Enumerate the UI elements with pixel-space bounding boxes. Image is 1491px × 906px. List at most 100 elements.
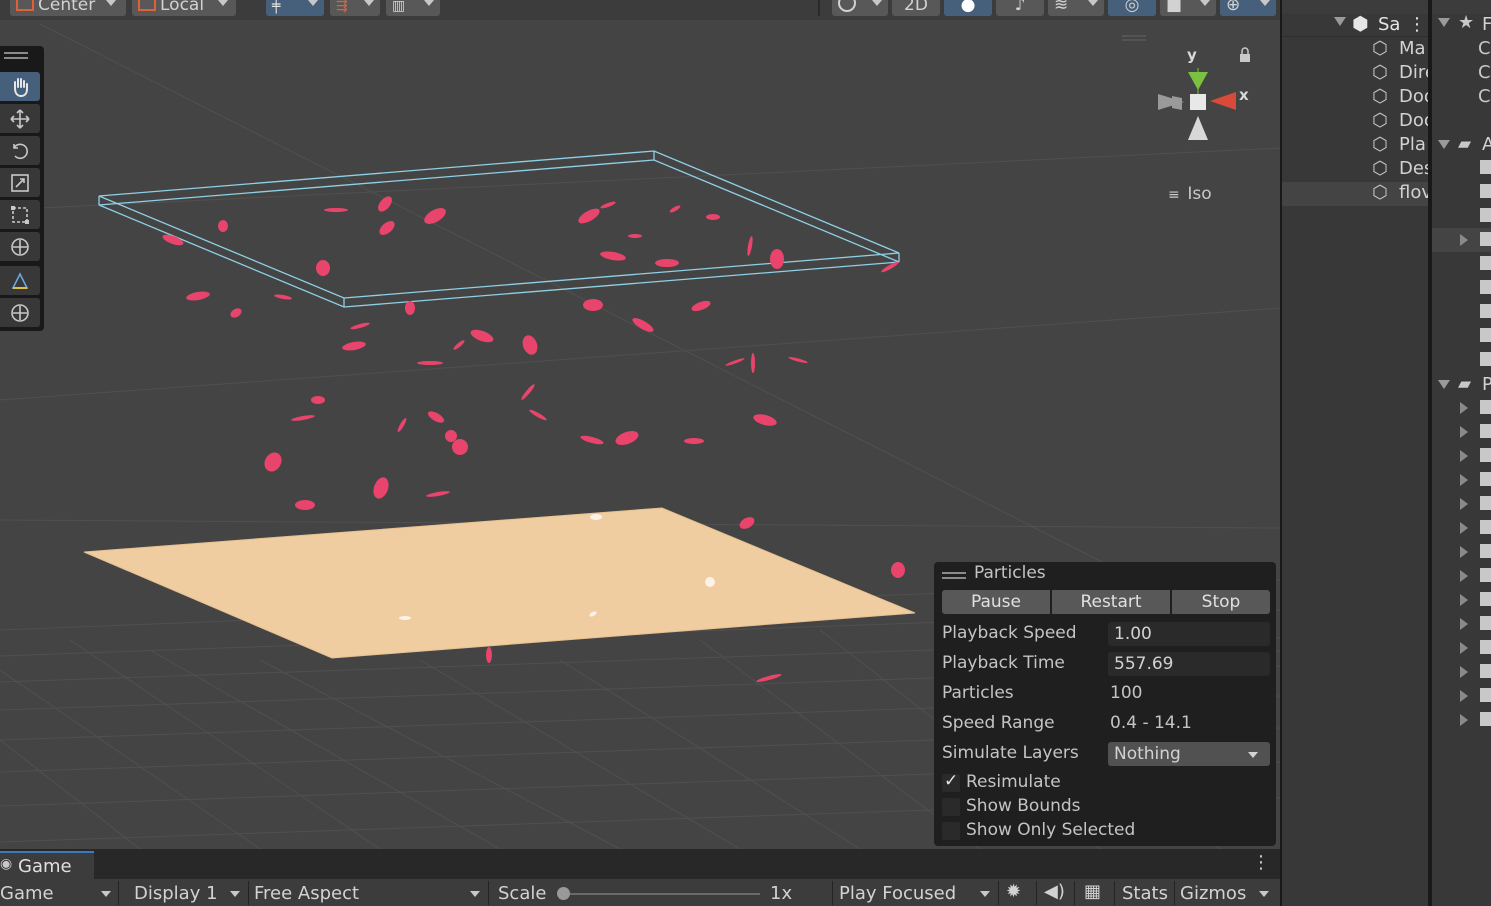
chevron-down-icon bbox=[872, 0, 882, 6]
hierarchy-item[interactable]: ⬡ Doo bbox=[1282, 86, 1428, 110]
pivot-icon bbox=[16, 0, 34, 11]
move-tool-button[interactable] bbox=[0, 104, 40, 133]
simulate-layers-dropdown[interactable]: Nothing bbox=[1108, 742, 1270, 766]
scale-slider-thumb[interactable] bbox=[557, 887, 570, 900]
show-bounds-checkbox[interactable] bbox=[942, 798, 960, 816]
floor-plane[interactable] bbox=[84, 508, 915, 658]
overlay-grip[interactable] bbox=[942, 572, 966, 574]
playback-speed-field[interactable]: 1.00 bbox=[1108, 622, 1270, 646]
show-only-selected-checkbox[interactable] bbox=[942, 822, 960, 840]
increment-snap-button[interactable]: ⇶ bbox=[330, 0, 380, 16]
keyboard-icon[interactable]: ▦ bbox=[1084, 881, 1101, 902]
game-view-dropdown[interactable]: Game bbox=[0, 883, 54, 904]
hierarchy-item-label: Ma bbox=[1399, 38, 1426, 59]
tab-game-label: Game bbox=[18, 856, 72, 877]
layers-icon: ≋ bbox=[1054, 0, 1069, 15]
gameobject-icon: ⬡ bbox=[1372, 134, 1388, 155]
gizmos-dropdown[interactable]: ⊕ bbox=[1220, 0, 1276, 16]
chevron-down-icon bbox=[980, 891, 990, 897]
hand-tool-button[interactable] bbox=[0, 72, 40, 101]
gameobject-icon: ⬡ bbox=[1372, 62, 1388, 83]
chevron-down-icon bbox=[1088, 0, 1098, 6]
hierarchy-item-label: Pla bbox=[1399, 134, 1426, 155]
project-panel: ★ F C C C ▰ A ▰ P bbox=[1432, 0, 1491, 906]
custom-tool-button[interactable] bbox=[0, 266, 40, 295]
local-icon bbox=[138, 0, 156, 11]
pause-button[interactable]: Pause bbox=[942, 590, 1050, 614]
chevron-down-icon bbox=[308, 0, 318, 6]
chevron-down-icon bbox=[1260, 0, 1270, 6]
restart-button[interactable]: Restart bbox=[1052, 590, 1170, 614]
chevron-down-icon bbox=[106, 0, 116, 6]
hierarchy-item[interactable]: ⬡ Doo bbox=[1282, 110, 1428, 134]
chevron-down-icon bbox=[101, 891, 111, 897]
transform-tool-button[interactable] bbox=[0, 232, 40, 261]
speed-range-label: Speed Range bbox=[942, 713, 1055, 733]
camera-dropdown[interactable]: ■ bbox=[1160, 0, 1216, 16]
playback-time-field[interactable]: 557.69 bbox=[1108, 652, 1270, 676]
space-label: Local bbox=[160, 0, 205, 15]
hierarchy-item[interactable]: ⬡ Dire bbox=[1282, 62, 1428, 86]
overlay-grip[interactable] bbox=[4, 52, 28, 54]
gizmo-center-cube[interactable] bbox=[1190, 94, 1206, 110]
lighting-toggle[interactable]: ● bbox=[944, 0, 992, 16]
scale-tool-button[interactable] bbox=[0, 168, 40, 197]
scene-toolbar: Center Local ╪ ⇶ ▥ 2D ● ♪ ≋ ◎ ■ ⊕ bbox=[0, 0, 1280, 20]
hierarchy-item[interactable]: ⬡ Pla bbox=[1282, 134, 1428, 158]
chevron-down-icon bbox=[230, 891, 240, 897]
hierarchy-item[interactable]: ⬡ Des bbox=[1282, 158, 1428, 182]
tab-game[interactable]: ◉ Game bbox=[0, 851, 94, 879]
pivot-rotation-dropdown[interactable]: Local bbox=[132, 0, 236, 16]
lock-icon[interactable] bbox=[1240, 47, 1250, 62]
shading-icon bbox=[838, 0, 856, 12]
audio-mute-icon: ♪ bbox=[1014, 0, 1026, 15]
hierarchy-item[interactable]: ⬡ Ma bbox=[1282, 38, 1428, 62]
lightbulb-icon: ● bbox=[960, 0, 976, 15]
more-options-icon[interactable]: ⋮ bbox=[1252, 852, 1270, 873]
scene-visibility-toggle[interactable]: ◎ bbox=[1108, 0, 1156, 16]
scene-name: Sa bbox=[1378, 14, 1401, 35]
gameobject-icon: ⬡ bbox=[1372, 86, 1388, 107]
audio-toggle[interactable]: ♪ bbox=[996, 0, 1044, 16]
x-axis-cone[interactable] bbox=[1210, 92, 1236, 110]
gameobject-icon: ⬡ bbox=[1372, 182, 1388, 203]
aspect-dropdown[interactable]: Free Aspect bbox=[254, 883, 359, 904]
effects-dropdown[interactable]: ≋ bbox=[1048, 0, 1104, 16]
expand-arrow-icon[interactable] bbox=[1334, 17, 1346, 26]
scale-slider-track[interactable] bbox=[557, 887, 760, 900]
hierarchy-item-label: flov bbox=[1399, 182, 1428, 203]
resimulate-checkbox[interactable]: ✓ bbox=[942, 771, 960, 792]
rotate-icon bbox=[13, 143, 28, 159]
grid-snap-button[interactable]: ╪ bbox=[266, 0, 324, 16]
draw-mode-dropdown[interactable] bbox=[832, 0, 888, 16]
y-axis-cone[interactable] bbox=[1188, 72, 1208, 90]
unity-scene-icon: ⬢ bbox=[1352, 13, 1369, 35]
chevron-down-icon[interactable] bbox=[1259, 891, 1269, 897]
stop-button[interactable]: Stop bbox=[1172, 590, 1270, 614]
grid-visibility-button[interactable]: ▥ bbox=[386, 0, 440, 16]
audio-icon[interactable]: ◀) bbox=[1044, 881, 1065, 902]
display-dropdown[interactable]: Display 1 bbox=[134, 883, 218, 904]
gizmos-button[interactable]: Gizmos bbox=[1180, 883, 1246, 904]
projection-toggle[interactable]: ≡ Iso bbox=[1168, 184, 1212, 204]
rotate-tool-button[interactable] bbox=[0, 136, 40, 165]
gizmo-x-label: x bbox=[1239, 86, 1249, 104]
bug-icon[interactable]: ✹ bbox=[1006, 881, 1021, 902]
mode-2d-button[interactable]: 2D bbox=[892, 0, 940, 16]
hidden-eye-icon: ◎ bbox=[1124, 0, 1140, 15]
gameobject-icon: ⬡ bbox=[1372, 38, 1388, 59]
playback-speed-label: Playback Speed bbox=[942, 623, 1077, 643]
neg-y-axis-cone[interactable] bbox=[1188, 116, 1208, 140]
stats-button[interactable]: Stats bbox=[1122, 883, 1168, 904]
particle-tool-icon bbox=[11, 271, 29, 289]
particles-count-value: 100 bbox=[1110, 683, 1143, 703]
play-mode-dropdown[interactable]: Play Focused bbox=[839, 883, 956, 904]
rect-tool-button[interactable] bbox=[0, 200, 40, 229]
more-options-icon[interactable]: ⋮ bbox=[1408, 14, 1426, 35]
extra-tool-button[interactable] bbox=[0, 298, 40, 327]
hierarchy-item-selected[interactable]: ⬡ flov bbox=[1282, 182, 1428, 206]
pivot-mode-dropdown[interactable]: Center bbox=[10, 0, 126, 16]
orientation-gizmo[interactable] bbox=[1158, 68, 1236, 140]
scene-root-row[interactable]: ⬢ Sa ⋮ bbox=[1282, 13, 1428, 38]
scene-view[interactable]: y x ≡ Iso Particles Pause Restart Stop P… bbox=[0, 20, 1280, 849]
